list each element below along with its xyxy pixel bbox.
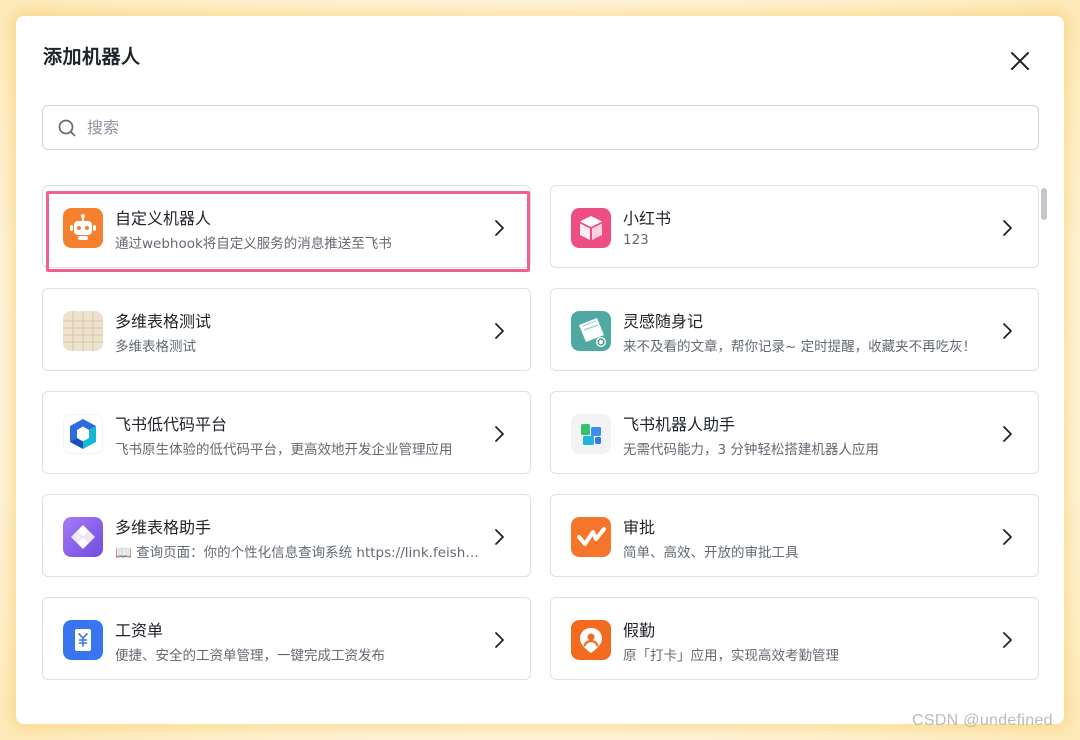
chevron-right-icon	[495, 220, 504, 236]
search-input[interactable]	[87, 106, 1017, 149]
chevron-right-icon	[1003, 632, 1012, 648]
bot-desc: 📖 查询页面：你的个性化信息查询系统 https://link.feishu.c…	[115, 545, 480, 561]
chevron-right-icon	[1003, 529, 1012, 545]
chevron-right-icon	[495, 632, 504, 648]
bot-desc: 来不及看的文章，帮你记录~ 定时提醒，收藏夹不再吃灰！	[623, 339, 977, 355]
bot-desc: 通过webhook将自定义服务的消息推送至飞书	[115, 236, 392, 252]
bot-name: 假勤	[623, 621, 656, 640]
notebook-icon	[571, 311, 611, 351]
table-sheet-icon	[63, 311, 103, 351]
bot-desc: 无需代码能力，3 分钟轻松搭建机器人应用	[623, 442, 879, 458]
bot-desc: 123	[623, 232, 649, 248]
chevron-right-icon	[495, 529, 504, 545]
bot-card-inspiration-notes[interactable]: 灵感随身记 来不及看的文章，帮你记录~ 定时提醒，收藏夹不再吃灰！	[550, 288, 1039, 371]
scrollbar-thumb[interactable]	[1041, 188, 1047, 220]
bitable-assistant-icon	[63, 517, 103, 557]
add-bot-dialog: 添加机器人 自定义机器人 通过webhook将自定义服务的消息推送至飞书	[16, 16, 1064, 724]
bot-name: 多维表格测试	[115, 312, 212, 331]
bot-card-bitable-test[interactable]: 多维表格测试 多维表格测试	[42, 288, 531, 371]
bot-card-bitable-assistant[interactable]: 多维表格助手 📖 查询页面：你的个性化信息查询系统 https://link.f…	[42, 494, 531, 577]
bot-desc: 原「打卡」应用，实现高效考勤管理	[623, 648, 839, 664]
bot-card-low-code[interactable]: 飞书低代码平台 飞书原生体验的低代码平台，更高效地开发企业管理应用	[42, 391, 531, 474]
bot-name: 小红书	[623, 209, 672, 228]
bot-name: 自定义机器人	[115, 209, 212, 228]
bot-desc: 便捷、安全的工资单管理，一键完成工资发布	[115, 648, 385, 664]
payslip-icon	[63, 620, 103, 660]
xiaohongshu-box-icon	[571, 208, 611, 248]
bot-desc: 多维表格测试	[115, 339, 196, 355]
search-icon	[58, 119, 76, 137]
bot-card-xiaohongshu[interactable]: 小红书 123	[550, 185, 1039, 268]
bot-card-bot-assistant[interactable]: 飞书机器人助手 无需代码能力，3 分钟轻松搭建机器人应用	[550, 391, 1039, 474]
bot-name: 审批	[623, 518, 656, 537]
chevron-right-icon	[1003, 323, 1012, 339]
bot-name: 飞书低代码平台	[115, 415, 228, 434]
chevron-right-icon	[1003, 426, 1012, 442]
low-code-icon	[63, 414, 103, 454]
search-box[interactable]	[42, 105, 1039, 150]
close-button[interactable]	[1006, 47, 1034, 75]
dialog-title: 添加机器人	[43, 46, 141, 68]
bot-card-payslip[interactable]: 工资单 便捷、安全的工资单管理，一键完成工资发布	[42, 597, 531, 680]
chevron-right-icon	[495, 323, 504, 339]
bot-desc: 飞书原生体验的低代码平台，更高效地开发企业管理应用	[115, 442, 453, 458]
bot-card-custom-robot[interactable]: 自定义机器人 通过webhook将自定义服务的消息推送至飞书	[42, 185, 531, 272]
bot-name: 工资单	[115, 621, 164, 640]
approval-icon	[571, 517, 611, 557]
watermark: CSDN @undefined	[912, 712, 1053, 729]
bot-card-attendance[interactable]: 假勤 原「打卡」应用，实现高效考勤管理	[550, 597, 1039, 680]
bot-name: 灵感随身记	[623, 312, 704, 331]
bot-assistant-icon	[571, 414, 611, 454]
bot-name: 飞书机器人助手	[623, 415, 736, 434]
bot-desc: 简单、高效、开放的审批工具	[623, 545, 799, 561]
attendance-icon	[571, 620, 611, 660]
bot-name: 多维表格助手	[115, 518, 212, 537]
chevron-right-icon	[1003, 220, 1012, 236]
close-icon	[1011, 52, 1029, 70]
bot-card-approval[interactable]: 审批 简单、高效、开放的审批工具	[550, 494, 1039, 577]
chevron-right-icon	[495, 426, 504, 442]
robot-icon	[63, 208, 103, 248]
